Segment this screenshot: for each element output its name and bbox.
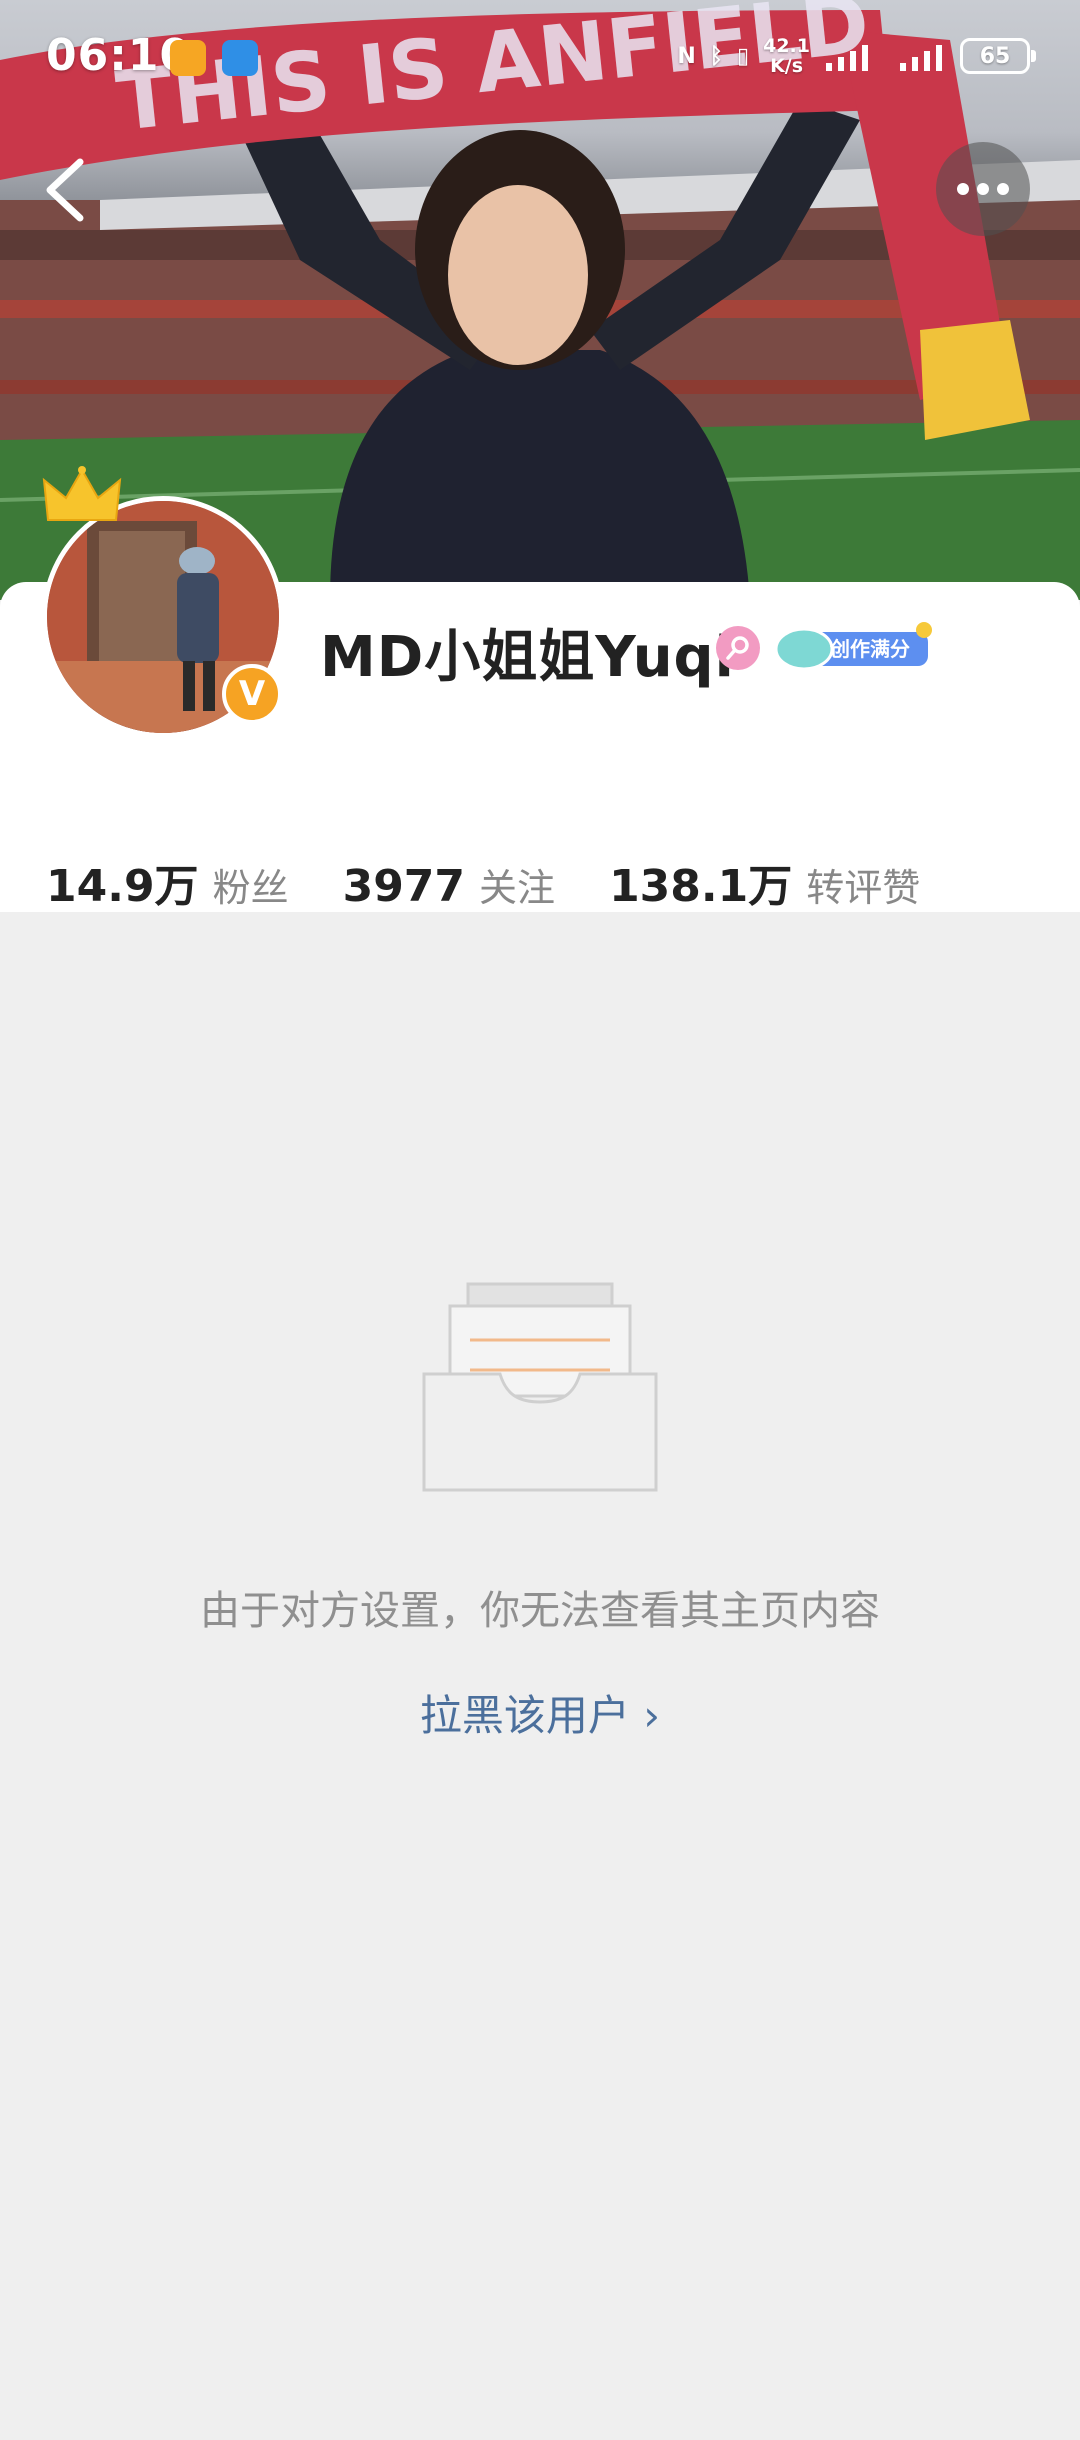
nfc-icon: N (677, 43, 696, 69)
female-icon (716, 626, 760, 670)
stat-label: 关注 (479, 866, 556, 910)
creator-badge[interactable]: 创作满分 (774, 622, 934, 672)
block-user-link[interactable]: 拉黑该用户 › (0, 1682, 1080, 1743)
vibrate-icon: ▯ (737, 43, 750, 69)
crown-icon (42, 466, 122, 521)
weather-icon (222, 40, 258, 76)
empty-state-message: 由于对方设置，你无法查看其主页内容 (200, 1588, 880, 1634)
stat-following[interactable]: 3977 关注 (343, 857, 555, 912)
stat-value: 14.9万 (46, 861, 199, 912)
creator-badge-label: 创作满分 (829, 637, 910, 661)
chevron-right-icon: › (643, 1691, 661, 1740)
signal-icon (826, 45, 868, 71)
bluetooth-icon: ᛒ (709, 43, 723, 69)
signal-icon-2 (900, 45, 942, 71)
status-bar: 06:10 N ᛒ ▯ 42.1 K/s 65 (0, 0, 1080, 120)
creator-badge-graphic: 创作满分 (774, 622, 932, 671)
more-dots-icon (957, 183, 1009, 195)
stat-interactions[interactable]: 138.1万 转评赞 (609, 850, 920, 914)
block-user-label: 拉黑该用户 (419, 1691, 630, 1740)
net-speed-value: 42.1 (763, 35, 810, 57)
net-speed-unit: K/s (770, 55, 804, 77)
more-options-button[interactable] (936, 142, 1030, 236)
battery-level: 65 (979, 43, 1011, 69)
v-verified-icon: V (222, 664, 282, 724)
stat-followers[interactable]: 14.9万 粉丝 (46, 850, 289, 914)
empty-inbox-icon (422, 1282, 658, 1492)
battery-icon: 65 (960, 38, 1036, 74)
chevron-left-icon (46, 158, 84, 222)
profile-name: MD小姐姐Yuqi (320, 625, 735, 690)
stat-label: 粉丝 (212, 866, 289, 910)
stat-value: 138.1万 (609, 861, 793, 912)
back-button[interactable] (34, 150, 98, 230)
stat-label: 转评赞 (806, 866, 921, 910)
app-notification-icon (170, 40, 206, 76)
stat-value: 3977 (342, 861, 466, 912)
net-speed: 42.1 K/s (763, 36, 810, 76)
profile-stats: 14.9万 粉丝 3977 关注 138.1万 转评赞 (46, 850, 974, 914)
avatar-container[interactable]: V (42, 466, 284, 738)
